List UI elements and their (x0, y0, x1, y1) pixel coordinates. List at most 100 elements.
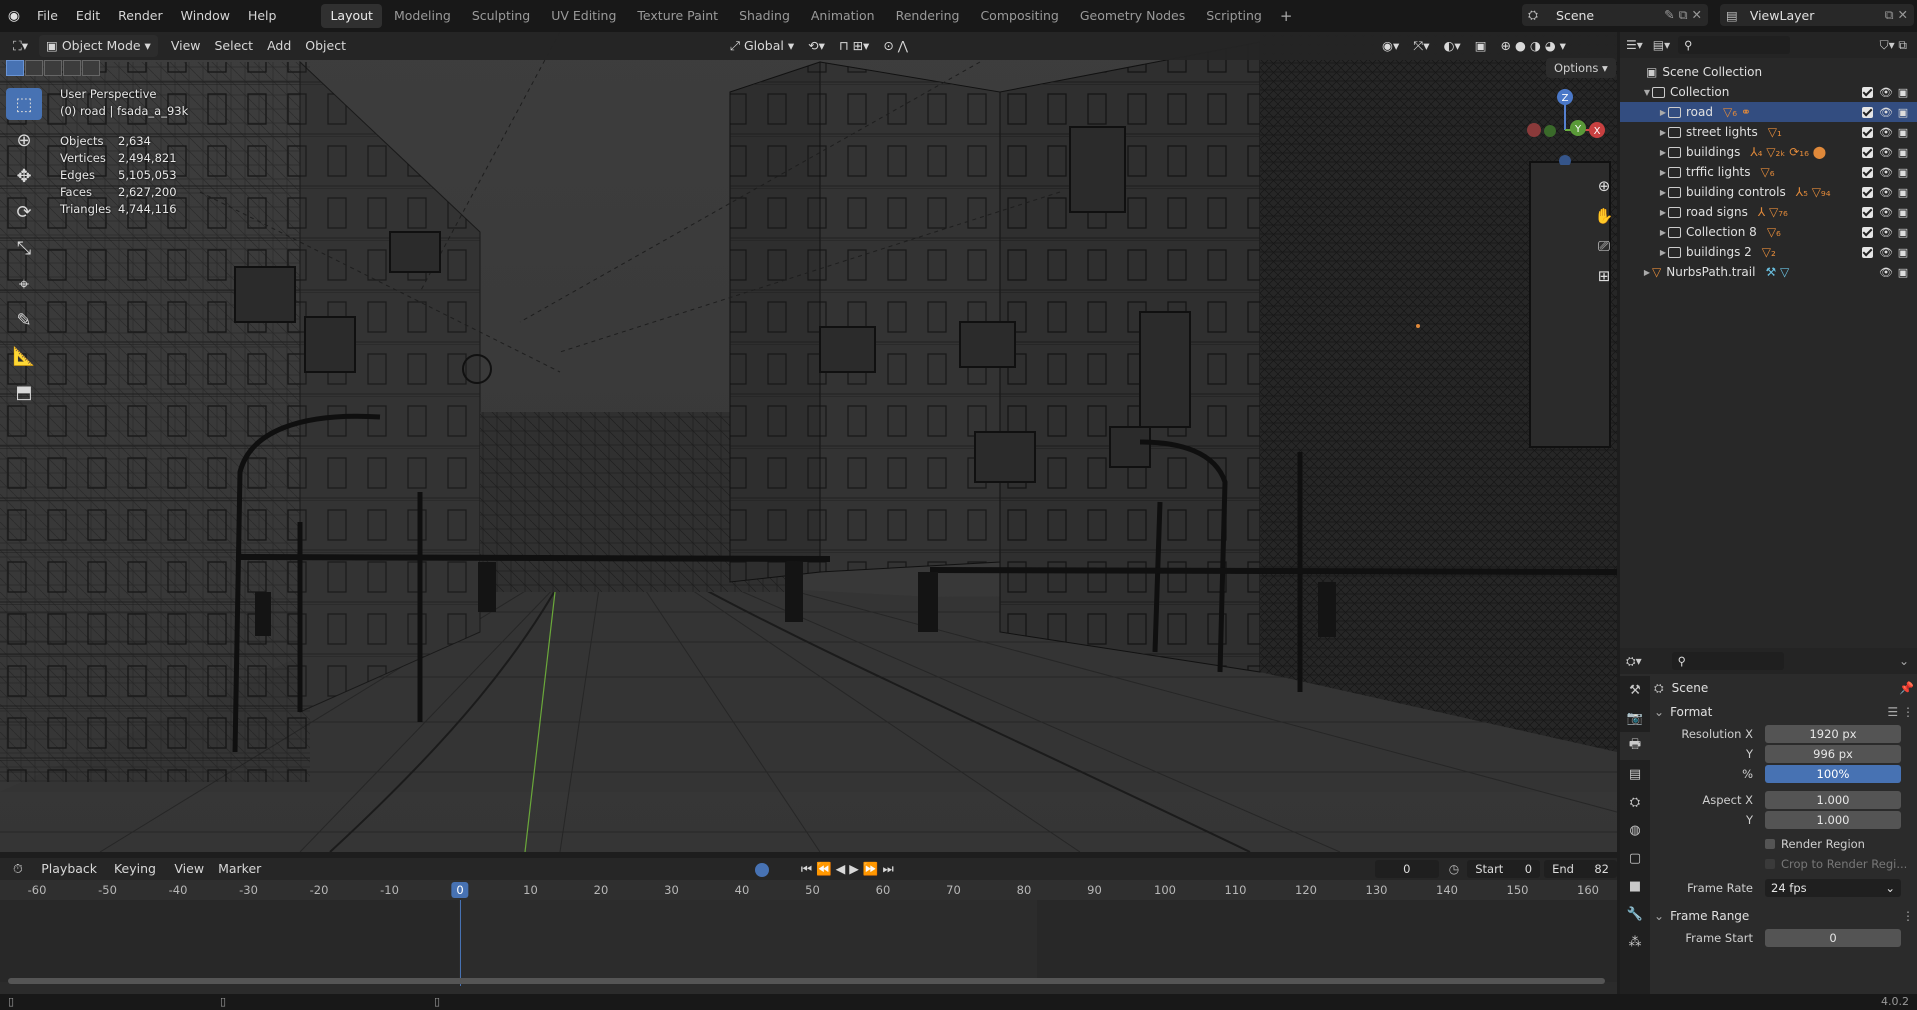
outliner-item[interactable]: ▶ buildings ⅄₄ ▽₂ₖ ⟳₁₆ ⬤ 👁 ▣ (1620, 142, 1917, 162)
current-frame-marker[interactable]: 0 (451, 882, 469, 898)
start-frame-field[interactable]: Start 0 (1467, 860, 1541, 878)
menu-add[interactable]: Add (260, 35, 298, 57)
blender-logo-icon[interactable]: ◉ (0, 0, 28, 32)
exclude-checkbox[interactable] (1862, 246, 1873, 258)
zoom-icon[interactable]: ⊕ (1590, 172, 1618, 200)
outliner-editor-type-icon[interactable]: ☰▾ (1626, 38, 1643, 52)
eye-icon[interactable]: 👁 (1879, 206, 1893, 219)
tab-compositing[interactable]: Compositing (971, 4, 1067, 28)
expand-icon[interactable]: ▶ (1658, 108, 1668, 117)
collapse-icon[interactable]: ⌄ (1899, 654, 1909, 668)
presets-icon[interactable]: ☰ ⋮ (1887, 705, 1914, 719)
drag-handle-icon[interactable]: ⋮ (1902, 909, 1914, 923)
expand-icon[interactable]: ▶ (1658, 208, 1668, 217)
render-region-checkbox[interactable] (1765, 839, 1775, 849)
rotate-tool-icon[interactable]: ⟳ (6, 196, 42, 228)
camera-icon[interactable]: ▣ (1897, 106, 1909, 119)
tab-collection-icon[interactable]: ▢ (1620, 844, 1650, 872)
add-cube-tool-icon[interactable]: ⬒ (6, 376, 42, 408)
view-layer-selector[interactable]: ▤ ViewLayer ⧉ ✕ (1720, 4, 1914, 26)
tab-scripting[interactable]: Scripting (1197, 4, 1271, 28)
scene-selector[interactable]: ⛭ Scene ✎ ⧉ ✕ (1522, 4, 1708, 26)
perspective-toggle-icon[interactable]: ⊞ (1590, 262, 1618, 290)
tab-shading[interactable]: Shading (730, 4, 799, 28)
shading-modes-icon[interactable]: ⊕ ● ◑ ◕ ▾ (1494, 35, 1573, 57)
eye-icon[interactable]: 👁 (1879, 186, 1893, 199)
camera-view-icon[interactable]: ⎚ (1590, 232, 1618, 260)
expand-icon[interactable]: ▶ (1658, 248, 1668, 257)
aspect-x-field[interactable]: 1.000 (1765, 791, 1901, 809)
tab-particles-icon[interactable]: ⁂ (1620, 928, 1650, 956)
options-dropdown[interactable]: Options ▾ (1546, 58, 1616, 78)
end-frame-field[interactable]: End 82 (1544, 860, 1617, 878)
menu-edit[interactable]: Edit (67, 0, 109, 32)
tab-output-icon[interactable]: 🖶 (1620, 732, 1650, 760)
expand-icon[interactable]: ▶ (1658, 188, 1668, 197)
resolution-percent-field[interactable]: 100% (1765, 765, 1901, 783)
camera-icon[interactable]: ▣ (1897, 266, 1909, 279)
frame-range-panel-header[interactable]: ⌄ Frame Range ⋮ (1654, 904, 1914, 928)
navigation-gizmo[interactable]: Z X Y (1510, 85, 1610, 167)
tab-uv-editing[interactable]: UV Editing (542, 4, 625, 28)
exclude-checkbox[interactable] (1862, 146, 1873, 158)
frame-ruler[interactable]: -60 -50 -40 -30 -20 -10 0 10 20 30 40 50 60 70 80 90 100… (0, 880, 1617, 900)
camera-icon[interactable]: ▣ (1897, 226, 1909, 239)
menu-render[interactable]: Render (109, 0, 172, 32)
select-subtract-mode-icon[interactable] (44, 60, 62, 76)
expand-icon[interactable]: ▼ (1642, 88, 1652, 97)
snap-icon[interactable]: ⊓ ⊞▾ (832, 35, 876, 57)
playback-controls-icon[interactable]: ⏮⏪◀▶⏩⏭ (794, 858, 905, 880)
proportional-edit-icon[interactable]: ⊙ ⋀ (876, 35, 915, 57)
exclude-checkbox[interactable] (1862, 186, 1873, 198)
current-frame-field[interactable]: 0 (1374, 860, 1439, 878)
exclude-checkbox[interactable] (1862, 106, 1873, 118)
timeline-scrollbar[interactable] (8, 978, 1605, 984)
menu-view[interactable]: View (164, 35, 208, 57)
tab-texture-paint[interactable]: Texture Paint (628, 4, 727, 28)
xray-icon[interactable]: ▣ (1468, 35, 1494, 57)
tab-view-layer-icon[interactable]: ▤ (1620, 760, 1650, 788)
scene-collection-row[interactable]: ▣ Scene Collection (1620, 62, 1917, 82)
measure-tool-icon[interactable]: 📐 (6, 340, 42, 372)
menu-select[interactable]: Select (208, 35, 261, 57)
exclude-checkbox[interactable] (1862, 226, 1873, 238)
frame-start-field[interactable]: 0 (1765, 929, 1901, 947)
eye-icon[interactable]: 👁 (1879, 106, 1893, 119)
annotate-tool-icon[interactable]: ✎ (6, 304, 42, 336)
tab-rendering[interactable]: Rendering (887, 4, 969, 28)
expand-icon[interactable]: ▶ (1642, 268, 1652, 277)
preview-range-icon[interactable]: ◷ (1449, 862, 1459, 876)
outliner-search-input[interactable]: ⚲ (1678, 36, 1791, 54)
expand-icon[interactable]: ▶ (1658, 168, 1668, 177)
camera-icon[interactable]: ▣ (1897, 206, 1909, 219)
expand-icon[interactable]: ▶ (1658, 128, 1668, 137)
camera-icon[interactable]: ▣ (1897, 186, 1909, 199)
tab-tool-icon[interactable]: ⚒ (1620, 676, 1650, 704)
exclude-checkbox[interactable] (1862, 206, 1873, 218)
pin-icon[interactable]: 📌 (1899, 681, 1914, 695)
menu-marker[interactable]: Marker (211, 858, 268, 880)
tab-render-icon[interactable]: 📷 (1620, 704, 1650, 732)
eye-icon[interactable]: 👁 (1879, 266, 1893, 279)
select-new-mode-icon[interactable] (6, 60, 24, 76)
properties-editor-type-icon[interactable]: ⛭▾ (1626, 654, 1642, 669)
menu-window[interactable]: Window (172, 0, 239, 32)
view-layer-actions-icon[interactable]: ⧉ ✕ (1885, 7, 1908, 23)
tab-scene-icon[interactable]: ⛭ (1620, 788, 1650, 816)
axis-gizmo-icon[interactable]: Z X Y (1510, 85, 1610, 167)
select-extend-mode-icon[interactable] (25, 60, 43, 76)
eye-icon[interactable]: 👁 (1879, 226, 1893, 239)
move-tool-icon[interactable]: ✥ (6, 160, 42, 192)
filter-icon[interactable]: ⛉▾ ⧉ (1880, 38, 1907, 53)
visibility-icon[interactable]: ◉▾ (1375, 35, 1406, 57)
camera-icon[interactable]: ▣ (1897, 166, 1909, 179)
eye-icon[interactable]: 👁 (1879, 126, 1893, 139)
menu-file[interactable]: File (28, 0, 67, 32)
camera-icon[interactable]: ▣ (1897, 246, 1909, 259)
resolution-y-field[interactable]: 996 px (1765, 745, 1901, 763)
select-intersect-mode-icon[interactable] (82, 60, 100, 76)
outliner-item[interactable]: ▶ road signs ⅄ ▽₇₆ 👁 ▣ (1620, 202, 1917, 222)
cursor-tool-icon[interactable]: ⊕ (6, 124, 42, 156)
tab-modeling[interactable]: Modeling (385, 4, 460, 28)
tab-modifier-icon[interactable]: 🔧 (1620, 900, 1650, 928)
